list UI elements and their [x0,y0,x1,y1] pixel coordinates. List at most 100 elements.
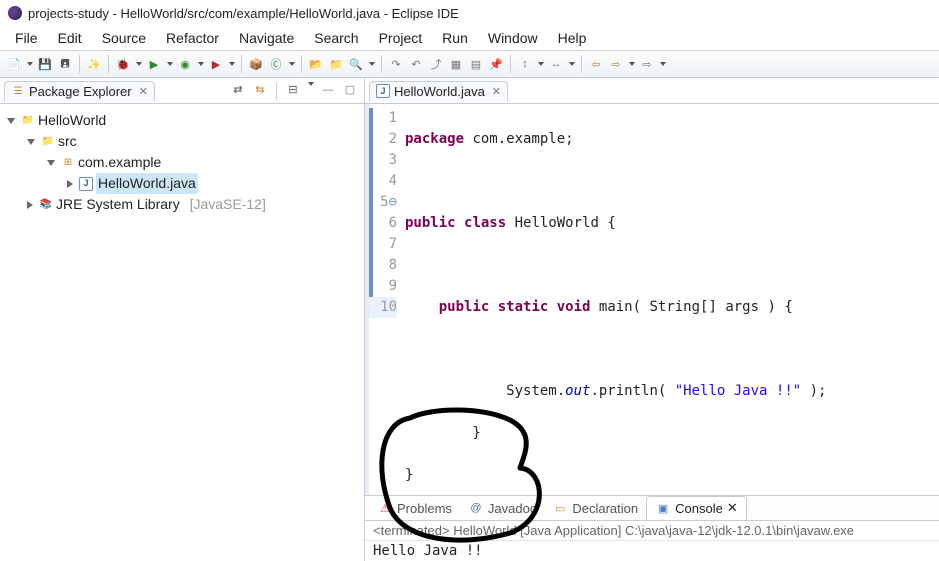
bottom-tab-row: ⚠Problems @Javadoc ▭Declaration ▣Console… [365,495,939,521]
menu-navigate[interactable]: Navigate [230,28,303,48]
separator [510,55,511,73]
view-tab-row: ☰ Package Explorer ✕ ⇄ ⇆ ⊟ — ▢ [0,78,364,104]
caret-icon[interactable] [229,62,235,66]
view-menu-icon[interactable] [308,82,314,86]
forward-icon[interactable]: ⇨ [608,56,624,72]
editor-area: J HelloWorld.java ✕ 1 2 3 4 5⊖ 6 7 8 9 1… [365,78,939,561]
package-icon: ⊞ [61,156,75,170]
caret-icon[interactable] [289,62,295,66]
step-icon[interactable]: ↷ [388,56,404,72]
editor-tab-helloworld[interactable]: J HelloWorld.java ✕ [369,81,508,101]
library-icon: 📚 [39,198,53,212]
menu-file[interactable]: File [6,28,47,48]
view-toolbar: ⇄ ⇆ ⊟ — ▢ [230,82,364,100]
override-marker-icon[interactable]: ⊖ [389,194,397,210]
menu-search[interactable]: Search [305,28,367,48]
caret-icon[interactable] [27,62,33,66]
close-icon[interactable]: ✕ [727,500,738,516]
chevron-right-icon[interactable] [67,180,73,188]
project-node[interactable]: HelloWorld [38,110,106,131]
nav-icon[interactable]: ↕ [517,56,533,72]
tab-declaration[interactable]: ▭Declaration [544,497,646,519]
menu-run[interactable]: Run [433,28,477,48]
separator [581,55,582,73]
code-body[interactable]: package com.example; public class HelloW… [405,104,939,495]
pin-icon[interactable]: 📌 [488,56,504,72]
java-file-icon: J [79,177,93,191]
new-package-icon[interactable]: 📦 [248,56,264,72]
menu-refactor[interactable]: Refactor [157,28,228,48]
caret-icon[interactable] [629,62,635,66]
search-icon[interactable]: 🔍 [348,56,364,72]
drop-frame-icon[interactable]: ⤴ [428,56,444,72]
save-all-icon[interactable]: 🖪 [57,56,73,72]
collapse-icon[interactable]: ⇄ [230,82,246,98]
debug-icon[interactable]: 🐞 [115,56,131,72]
package-node[interactable]: com.example [78,152,161,173]
run-icon[interactable]: ▶ [146,56,162,72]
code-editor[interactable]: 1 2 3 4 5⊖ 6 7 8 9 10 package com.exampl… [365,104,939,495]
chevron-down-icon[interactable] [47,160,55,166]
tab-console[interactable]: ▣Console✕ [646,496,747,520]
coverage-icon[interactable]: ◉ [177,56,193,72]
package-explorer-view: ☰ Package Explorer ✕ ⇄ ⇆ ⊟ — ▢ 📁HelloWor… [0,78,365,561]
chevron-down-icon[interactable] [7,118,15,124]
package-explorer-tab[interactable]: ☰ Package Explorer ✕ [4,81,155,101]
minimize-icon[interactable]: — [320,82,336,98]
back-icon[interactable]: ⇦ [588,56,604,72]
caret-icon[interactable] [136,62,142,66]
project-tree[interactable]: 📁HelloWorld 📁src ⊞com.example JHelloWorl… [0,104,364,221]
save-icon[interactable]: 💾 [37,56,53,72]
focus-icon[interactable]: ⊟ [285,82,301,98]
overview-ruler [369,108,373,297]
menu-edit[interactable]: Edit [49,28,91,48]
package-explorer-icon: ☰ [11,84,25,98]
forward-disabled-icon: ⇨ [639,56,655,72]
project-icon: 📁 [21,114,35,128]
editor-tabs: J HelloWorld.java ✕ [365,78,939,104]
step-icon[interactable]: ↶ [408,56,424,72]
columns-icon[interactable]: ▦ [448,56,464,72]
window-title: projects-study - HelloWorld/src/com/exam… [28,6,459,21]
console-icon: ▣ [655,500,671,516]
editor-tab-label: HelloWorld.java [394,84,485,99]
open-task-icon[interactable]: 📁 [328,56,344,72]
nav-icon[interactable]: ↔ [548,56,564,72]
src-node[interactable]: src [58,131,77,152]
caret-icon[interactable] [538,62,544,66]
menu-window[interactable]: Window [479,28,547,48]
link-editor-icon[interactable]: ⇆ [252,82,268,98]
library-node[interactable]: JRE System Library [56,194,180,215]
wand-icon[interactable]: ✨ [86,56,102,72]
main-toolbar: 📄 💾 🖪 ✨ 🐞 ▶ ◉ ▶ 📦 Ⓒ 📂 📁 🔍 ↷ ↶ ⤴ ▦ ▤ 📌 ↕ … [0,50,939,78]
chevron-down-icon[interactable] [27,139,35,145]
separator [301,55,302,73]
caret-icon[interactable] [198,62,204,66]
menu-project[interactable]: Project [370,28,432,48]
console-output[interactable]: Hello Java !! [365,541,939,561]
file-node[interactable]: HelloWorld.java [96,173,198,194]
caret-icon[interactable] [569,62,575,66]
package-explorer-label: Package Explorer [29,84,132,99]
new-class-icon[interactable]: Ⓒ [268,56,284,72]
declaration-icon: ▭ [552,500,568,516]
library-env: [JavaSE-12] [190,194,266,215]
tab-problems[interactable]: ⚠Problems [369,497,460,519]
menu-source[interactable]: Source [93,28,155,48]
new-icon[interactable]: 📄 [6,56,22,72]
close-icon[interactable]: ✕ [139,85,148,98]
external-tools-icon[interactable]: ▶ [208,56,224,72]
tab-javadoc[interactable]: @Javadoc [460,497,544,519]
open-type-icon[interactable]: 📂 [308,56,324,72]
maximize-icon[interactable]: ▢ [342,82,358,98]
close-icon[interactable]: ✕ [492,85,501,98]
filter-icon[interactable]: ▤ [468,56,484,72]
problems-icon: ⚠ [377,500,393,516]
separator [276,82,277,100]
javadoc-icon: @ [468,500,484,516]
caret-icon[interactable] [167,62,173,66]
console-header: <terminated> HelloWorld [Java Applicatio… [365,521,939,541]
menu-help[interactable]: Help [549,28,596,48]
chevron-right-icon[interactable] [27,201,33,209]
caret-icon[interactable] [369,62,375,66]
